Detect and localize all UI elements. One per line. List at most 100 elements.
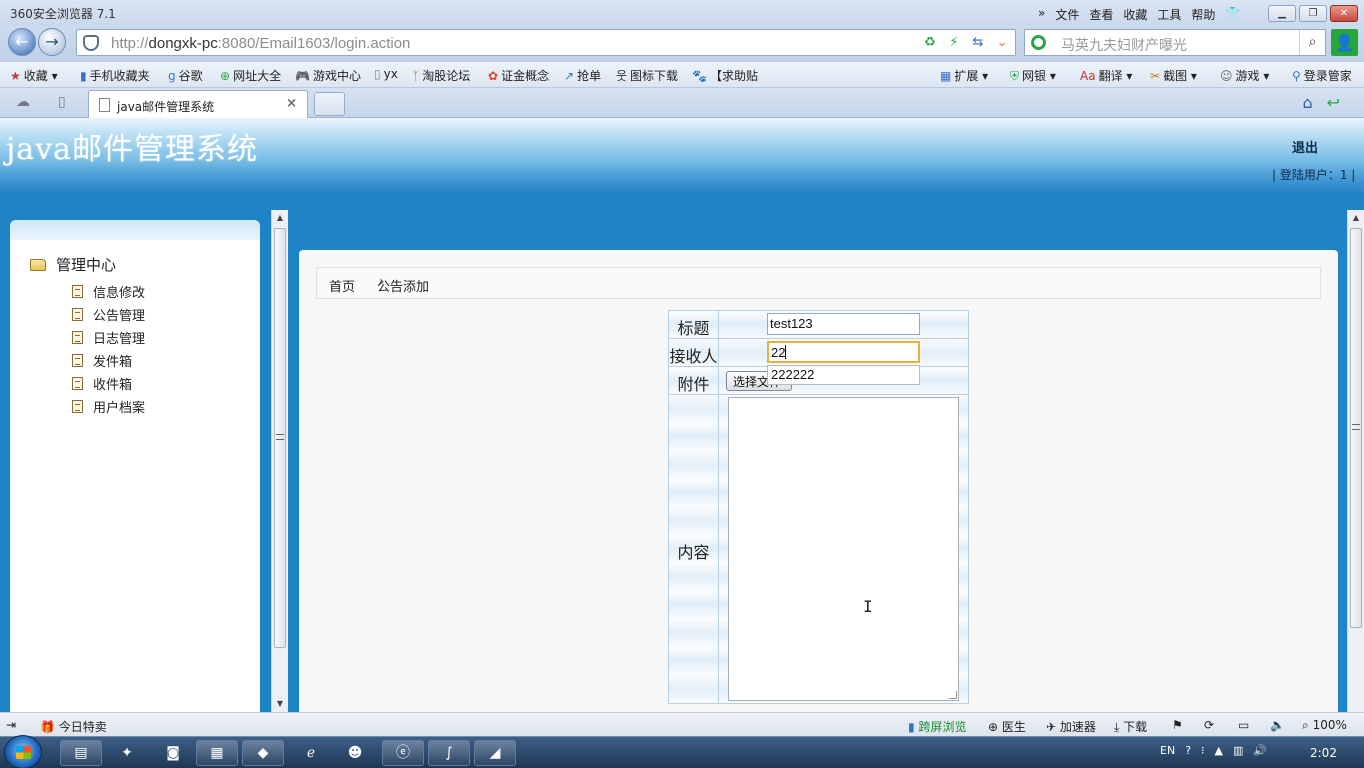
recycle-icon[interactable]: ♻ xyxy=(919,31,941,54)
breadcrumb-home[interactable]: 首页 xyxy=(329,276,355,295)
content-textarea[interactable] xyxy=(728,397,959,701)
fav-taogu[interactable]: ᛉ 淘股论坛 xyxy=(412,67,470,84)
logout-link[interactable]: 退出 xyxy=(1292,137,1318,156)
sidebar-item-notice-manage[interactable]: 公告管理 xyxy=(72,303,145,326)
sidebar-scrollbar[interactable]: ▲ ▼ xyxy=(271,210,288,712)
taskbar-360-browser[interactable]: ⓔ xyxy=(382,740,424,766)
network-icon[interactable]: ▥ xyxy=(1233,744,1243,757)
restore-button[interactable]: ❐ xyxy=(1299,5,1327,22)
user-account-icon[interactable]: 👤 xyxy=(1331,29,1358,56)
clock[interactable]: 2:02 xyxy=(1310,746,1337,760)
browser-statusbar: ⇥ 🎁 今日特卖 ▮ 跨屏浏览 ⊕ 医生 ✈ 加速器 ⤓ 下载 ⚑ ⟳ ▭ 🔈 … xyxy=(0,712,1364,736)
skin-icon[interactable]: 👕 xyxy=(1225,6,1240,23)
sidebar-item-log-manage[interactable]: 日志管理 xyxy=(72,326,145,349)
fav-games[interactable]: 🎮 游戏中心 xyxy=(295,67,361,84)
fav-qiangdan[interactable]: ↗ 抢单 xyxy=(564,67,601,84)
tb-games[interactable]: ☺ 游戏 ▾ xyxy=(1220,67,1269,84)
close-tab-icon[interactable]: × xyxy=(286,96,297,111)
taskbar-ie-icon[interactable]: ℯ xyxy=(290,740,332,766)
menu-view[interactable]: 查看 xyxy=(1089,6,1113,23)
accelerator-button[interactable]: ✈ 加速器 xyxy=(1046,718,1096,735)
tb-translate[interactable]: Aa 翻译 ▾ xyxy=(1080,67,1132,84)
home-icon[interactable]: ⌂ xyxy=(1302,93,1312,112)
tree-root[interactable]: 管理中心 xyxy=(30,254,116,275)
fav-yx[interactable]: ▯ yx xyxy=(374,67,398,81)
address-input[interactable]: http://dongxk-pc:8080/Email1603/login.ac… xyxy=(76,29,1016,56)
sidebar-item-info-edit[interactable]: 信息修改 xyxy=(72,280,145,303)
menu-help[interactable]: 帮助 xyxy=(1191,6,1215,23)
menu-file[interactable]: 文件 xyxy=(1055,6,1079,23)
fav-zhengjin[interactable]: ✿ 证金概念 xyxy=(488,67,549,84)
doctor-button[interactable]: ⊕ 医生 xyxy=(988,718,1026,735)
language-indicator[interactable]: EN xyxy=(1160,744,1175,757)
daily-deals-link[interactable]: 🎁 今日特卖 xyxy=(40,718,107,735)
title-input[interactable]: test123 xyxy=(767,313,920,335)
tb-extension[interactable]: ▦ 扩展 ▾ xyxy=(940,67,988,84)
url-text[interactable]: http://dongxk-pc:8080/Email1603/login.ac… xyxy=(111,35,410,52)
search-icon[interactable]: ⌕ xyxy=(1299,30,1325,55)
window-controls: ▁ ❐ ✕ xyxy=(1268,5,1358,22)
fav-collect[interactable]: ★ 收藏 ▾ xyxy=(10,67,58,84)
fav-icon-download[interactable]: 웃 图标下载 xyxy=(616,67,678,84)
window-icon[interactable]: ▭ xyxy=(1238,718,1249,732)
tb-bank[interactable]: ⛨ 网银 ▾ xyxy=(1010,67,1056,84)
scroll-down-icon[interactable]: ▼ xyxy=(272,696,288,712)
dropdown-icon[interactable]: ⌄ xyxy=(991,31,1013,54)
scroll-up-icon[interactable]: ▲ xyxy=(1348,210,1364,226)
search-input[interactable]: 马英九夫妇财产曝光 ⌕ xyxy=(1024,29,1326,56)
taskbar-app-green[interactable]: ◙ xyxy=(152,740,194,766)
download-button[interactable]: ⤓ 下载 xyxy=(1114,718,1147,735)
fav-help[interactable]: 🐾 【求助贴 xyxy=(692,67,758,84)
ad-block-icon[interactable]: ⚑ xyxy=(1172,718,1183,732)
security-shield-icon[interactable] xyxy=(83,35,99,51)
taskbar-folder[interactable]: ▦ xyxy=(196,740,238,766)
recipient-input[interactable]: 22 xyxy=(767,341,920,363)
compat-mode-icon[interactable]: ⇆ xyxy=(967,31,989,54)
input-method-icon[interactable]: ⁝ xyxy=(1201,744,1205,757)
sidebar-item-outbox[interactable]: 发件箱 xyxy=(72,349,145,372)
tray-expand-icon[interactable]: ▲ xyxy=(1215,744,1223,757)
speaker-icon[interactable]: 🔊 xyxy=(1253,744,1267,757)
cloud-icon[interactable]: ☁ xyxy=(16,94,30,110)
taskbar-app-orange[interactable]: ◆ xyxy=(242,740,284,766)
forward-button[interactable]: → xyxy=(38,28,66,56)
sidebar-toggle-icon[interactable]: ⇥ xyxy=(6,718,16,732)
resize-handle-icon[interactable] xyxy=(949,691,957,699)
fav-hao[interactable]: ⊕ 网址大全 xyxy=(220,67,281,84)
page-scrollbar[interactable]: ▲ xyxy=(1347,210,1364,712)
start-button[interactable] xyxy=(4,735,42,768)
fav-mobile[interactable]: ▮ 手机收藏夹 xyxy=(80,67,150,84)
taskbar-explorer-doc[interactable]: ▤ xyxy=(60,740,102,766)
back-button[interactable]: ← xyxy=(8,28,36,56)
document-icon xyxy=(72,377,83,390)
help-icon[interactable]: ? xyxy=(1185,744,1191,757)
tb-screenshot[interactable]: ✂ 截图 ▾ xyxy=(1150,67,1197,84)
close-window-button[interactable]: ✕ xyxy=(1330,5,1358,22)
refresh-icon[interactable]: ⟳ xyxy=(1204,718,1214,732)
taskbar-qq-icon[interactable]: ☻ xyxy=(334,740,376,766)
zoom-control[interactable]: ⌕ 100% xyxy=(1302,718,1347,733)
cross-screen-button[interactable]: ▮ 跨屏浏览 xyxy=(908,718,966,735)
mobile-icon[interactable]: ▯ xyxy=(58,94,66,110)
tb-login-manager[interactable]: ⚲ 登录管家 xyxy=(1292,67,1352,84)
lightning-icon[interactable]: ⚡ xyxy=(943,31,965,54)
tab-mail-system[interactable]: java邮件管理系统 × xyxy=(88,90,308,118)
taskbar-app-red[interactable]: ✦ xyxy=(106,740,148,766)
taskbar-app-purple[interactable]: ◢ xyxy=(474,740,516,766)
sound-icon[interactable]: 🔈 xyxy=(1270,718,1285,732)
menu-more-icon[interactable]: » xyxy=(1038,6,1045,23)
minimize-button[interactable]: ▁ xyxy=(1268,5,1296,22)
autocomplete-option[interactable]: 222222 xyxy=(767,365,920,385)
taskbar-eclipse[interactable]: ∫ xyxy=(428,740,470,766)
menu-tools[interactable]: 工具 xyxy=(1157,6,1181,23)
scroll-grip xyxy=(276,434,284,440)
scissors-icon: ✂ xyxy=(1150,69,1161,83)
search-engine-icon[interactable] xyxy=(1031,35,1046,50)
undo-close-icon[interactable]: ↩ xyxy=(1327,93,1340,112)
fav-google[interactable]: g 谷歌 xyxy=(168,67,203,84)
menu-favorites[interactable]: 收藏 xyxy=(1123,6,1147,23)
sidebar-item-user-profile[interactable]: 用户档案 xyxy=(72,395,145,418)
sidebar-item-inbox[interactable]: 收件箱 xyxy=(72,372,145,395)
scroll-up-icon[interactable]: ▲ xyxy=(272,210,288,226)
new-tab-button[interactable] xyxy=(314,92,345,116)
